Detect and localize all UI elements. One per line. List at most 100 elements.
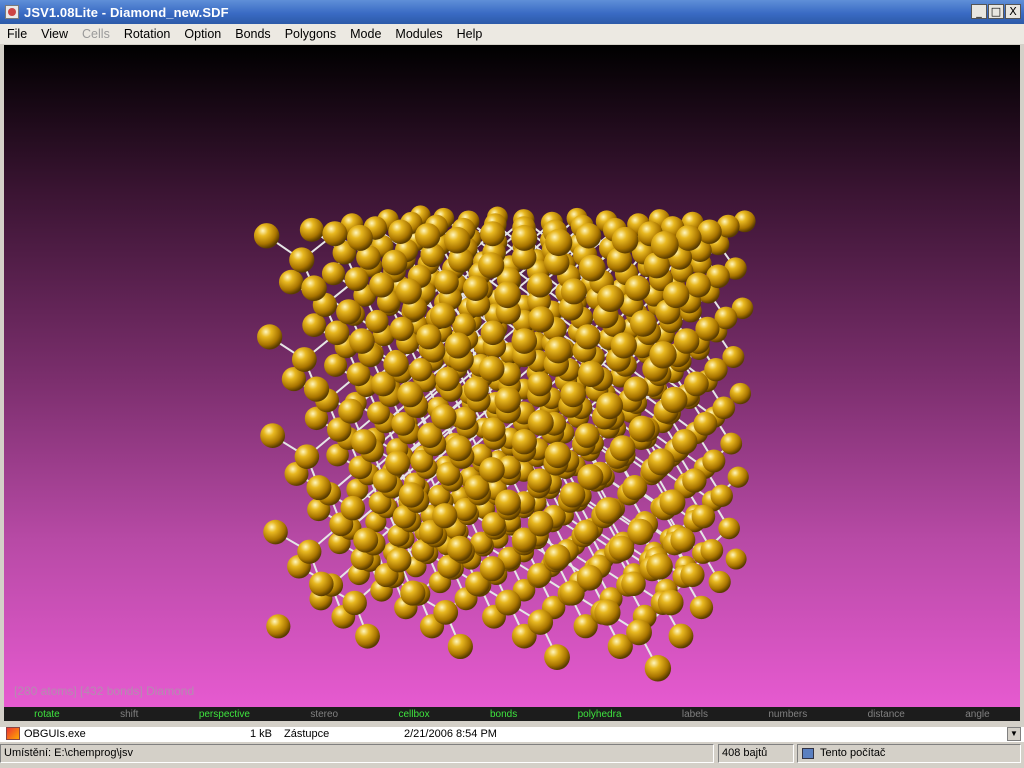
- atom-sphere: [301, 275, 327, 302]
- atom-sphere: [610, 332, 637, 359]
- atom-sphere: [727, 466, 749, 488]
- atom-sphere: [306, 475, 332, 501]
- atom-sphere: [338, 398, 364, 424]
- atom-sphere: [434, 269, 459, 295]
- menu-modules[interactable]: Modules: [388, 27, 449, 41]
- atom-sphere: [695, 316, 720, 341]
- mode-numbers[interactable]: numbers: [768, 709, 807, 720]
- atom-sphere: [682, 468, 707, 493]
- atom-sphere: [527, 409, 554, 436]
- menu-option[interactable]: Option: [177, 27, 228, 41]
- atom-sphere: [432, 503, 458, 529]
- atom-sphere: [462, 275, 489, 301]
- atom-sphere: [349, 328, 375, 354]
- atom-sphere: [463, 376, 489, 402]
- menu-polygons[interactable]: Polygons: [278, 27, 343, 41]
- menu-rotation[interactable]: Rotation: [117, 27, 178, 41]
- atom-sphere: [381, 249, 408, 276]
- atom-sphere: [627, 518, 654, 545]
- atom-sphere: [661, 386, 688, 414]
- atom-sphere: [675, 224, 702, 251]
- atom-sphere: [544, 441, 572, 469]
- atom-sphere: [383, 351, 409, 377]
- atom-sphere: [683, 371, 709, 397]
- atom-sphere: [291, 347, 317, 372]
- atom-sphere: [346, 224, 373, 251]
- mode-bonds[interactable]: bonds: [490, 709, 517, 720]
- molecule-viewport[interactable]: [280 atoms] [432 bonds] Diamond: [4, 45, 1020, 707]
- mode-distance[interactable]: distance: [868, 709, 905, 720]
- atom-sphere: [597, 284, 625, 312]
- atom-sphere: [353, 527, 379, 553]
- atom-sphere: [444, 332, 472, 359]
- atom-sphere: [309, 571, 334, 597]
- atom-sphere: [670, 527, 696, 553]
- java-app-icon[interactable]: [5, 5, 19, 19]
- mode-labels[interactable]: labels: [682, 709, 708, 720]
- atom-sphere: [395, 278, 422, 305]
- atom-sphere: [671, 428, 698, 455]
- atom-sphere: [649, 341, 677, 369]
- atom-sphere: [511, 224, 538, 251]
- atom-sphere: [693, 411, 718, 436]
- atom-sphere: [478, 355, 505, 382]
- atom-sphere: [400, 580, 426, 606]
- mode-polyhedra[interactable]: polyhedra: [578, 709, 622, 720]
- mode-rotate[interactable]: rotate: [34, 709, 60, 720]
- atom-sphere: [545, 228, 573, 257]
- window-title: JSV1.08Lite - Diamond_new.SDF: [24, 4, 229, 20]
- minimize-button[interactable]: _: [971, 4, 987, 19]
- mode-stereo[interactable]: stereo: [310, 709, 338, 720]
- menu-help[interactable]: Help: [450, 27, 490, 41]
- atom-sphere: [668, 623, 694, 649]
- atom-sphere: [435, 366, 460, 392]
- file-list-row[interactable]: OBGUIs.exe 1 kB Zástupce 2/21/2006 8:54 …: [0, 727, 1024, 742]
- atom-sphere: [596, 392, 624, 420]
- atom-sphere: [622, 475, 648, 501]
- mode-perspective[interactable]: perspective: [199, 709, 250, 720]
- atom-sphere: [609, 435, 636, 462]
- atom-sphere: [626, 619, 652, 646]
- atom-sphere: [340, 495, 366, 521]
- diamond-crystal-structure[interactable]: [4, 45, 1020, 707]
- menu-file[interactable]: File: [0, 27, 34, 41]
- title-bar[interactable]: JSV1.08Lite - Diamond_new.SDF _ □ X: [0, 0, 1024, 24]
- atom-sphere: [720, 432, 743, 455]
- menu-mode[interactable]: Mode: [343, 27, 388, 41]
- menu-cells[interactable]: Cells: [75, 27, 117, 41]
- atom-sphere: [253, 223, 280, 249]
- atom-sphere: [297, 539, 322, 564]
- atom-sphere: [324, 320, 350, 346]
- atom-sphere: [479, 556, 505, 582]
- atom-sphere: [322, 221, 348, 247]
- atom-sphere: [445, 435, 472, 462]
- mode-angle[interactable]: angle: [965, 709, 989, 720]
- atom-sphere: [578, 360, 605, 388]
- atom-sphere: [712, 396, 736, 420]
- atom-sphere: [365, 309, 389, 334]
- atom-sphere: [700, 538, 724, 562]
- atom-sphere: [355, 623, 380, 649]
- atom-sphere: [443, 226, 471, 254]
- atom-sphere: [480, 320, 506, 346]
- mode-shift[interactable]: shift: [120, 709, 138, 720]
- atom-sphere: [263, 519, 288, 545]
- atom-sphere: [646, 553, 673, 580]
- atom-sphere: [294, 444, 320, 469]
- atom-sphere: [644, 655, 672, 682]
- atom-sphere: [594, 599, 621, 626]
- atom-sphere: [657, 589, 684, 616]
- menu-view[interactable]: View: [34, 27, 75, 41]
- atom-sphere: [673, 328, 700, 354]
- atom-sphere: [447, 633, 473, 660]
- atom-sphere: [577, 464, 604, 491]
- menu-bonds[interactable]: Bonds: [228, 27, 277, 41]
- maximize-button[interactable]: □: [988, 4, 1004, 19]
- mode-cellbox[interactable]: cellbox: [398, 709, 429, 720]
- atom-sphere: [344, 267, 369, 292]
- atom-sphere: [623, 376, 649, 402]
- dropdown-arrow-icon[interactable]: ▼: [1007, 727, 1021, 741]
- close-button[interactable]: X: [1005, 4, 1021, 19]
- mode-bar: rotate shift perspective stereo cellbox …: [4, 707, 1020, 721]
- atom-sphere: [527, 510, 554, 537]
